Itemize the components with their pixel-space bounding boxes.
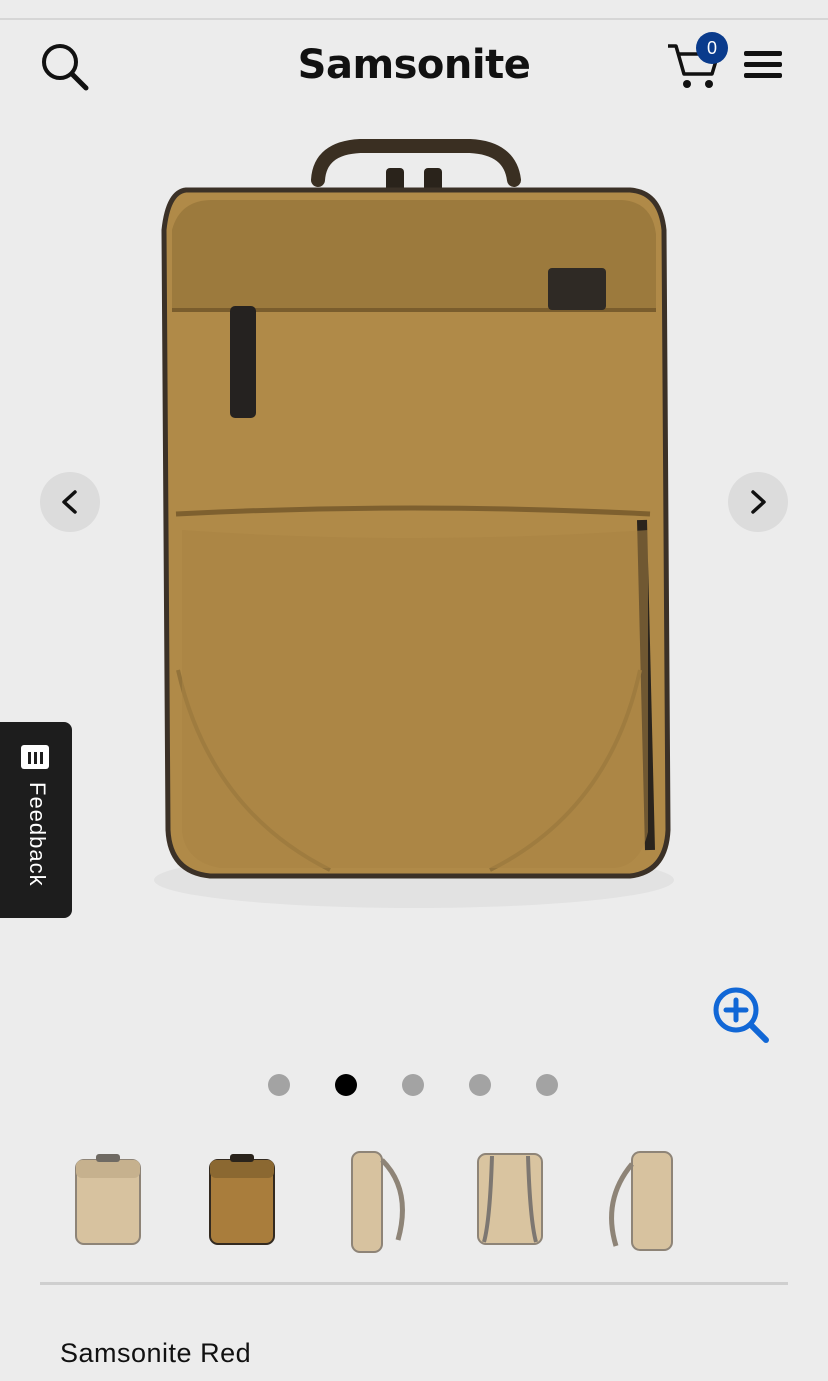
chevron-left-icon: [62, 490, 77, 514]
product-image-gallery[interactable]: [0, 110, 828, 1060]
menu-button[interactable]: [742, 48, 784, 82]
status-bar-strip: [0, 0, 828, 20]
samsonite-logo[interactable]: Samsonite: [284, 40, 544, 90]
section-divider: [40, 1282, 788, 1285]
zoom-button[interactable]: [710, 984, 772, 1046]
next-image-button[interactable]: [728, 472, 788, 532]
thumbnail-beige-back[interactable]: [462, 1130, 558, 1260]
search-button[interactable]: [38, 40, 90, 92]
product-brand-name: Samsonite Red: [60, 1338, 252, 1368]
feedback-label: Feedback: [25, 782, 50, 887]
site-header: Samsonite 0: [0, 20, 828, 110]
chevron-right-icon: [751, 490, 766, 514]
pagination-dot[interactable]: [536, 1074, 558, 1096]
zoom-in-icon: [713, 987, 769, 1043]
pagination-dot[interactable]: [469, 1074, 491, 1096]
thumbnail-beige-front[interactable]: [60, 1130, 156, 1260]
hamburger-menu-icon: [744, 51, 782, 78]
thumbnail-tan-front[interactable]: [194, 1130, 290, 1260]
cart-count-badge: 0: [696, 32, 728, 64]
pagination-dot-active[interactable]: [335, 1074, 357, 1096]
thumbnail-beige-angle[interactable]: [596, 1130, 692, 1260]
previous-image-button[interactable]: [40, 472, 100, 532]
pagination-dot[interactable]: [268, 1074, 290, 1096]
gallery-pagination: [0, 1072, 828, 1098]
search-icon: [42, 44, 89, 91]
thumbnail-strip: [60, 1130, 700, 1260]
thumbnail-beige-side[interactable]: [328, 1130, 424, 1260]
product-main-image[interactable]: [0, 110, 828, 1060]
feedback-list-icon: [21, 745, 49, 769]
feedback-tab[interactable]: Feedback: [0, 722, 72, 918]
pagination-dot[interactable]: [402, 1074, 424, 1096]
